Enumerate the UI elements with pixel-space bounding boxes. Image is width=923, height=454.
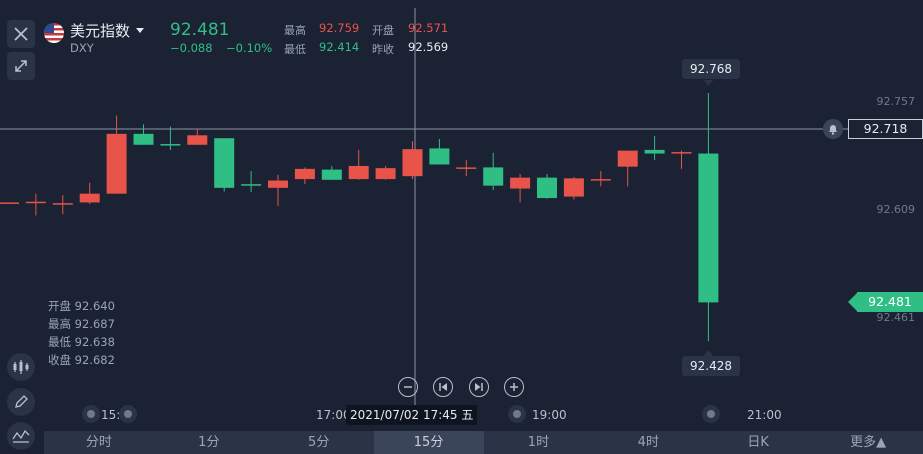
candle-body [321, 169, 342, 180]
ohlc-open: 开盘 92.640 [48, 299, 115, 313]
price-change: −0.088 [170, 41, 213, 55]
candle-body [456, 167, 477, 169]
symbol-title: 美元指数 [70, 22, 131, 40]
candle-body [563, 178, 584, 197]
session-marker-mid-left[interactable] [119, 405, 137, 423]
tab-5-minute[interactable]: 5分 [264, 431, 374, 454]
prev-close-value: 92.569 [408, 40, 449, 54]
candle-body [79, 193, 100, 203]
candle-body [671, 152, 692, 154]
low-label: 最低 [284, 43, 306, 56]
chart-style-button[interactable] [7, 422, 35, 450]
x-axis-label-2100: 21:00 [747, 408, 782, 422]
ohlc-close: 收盘 92.682 [48, 353, 115, 367]
low-value: 92.414 [319, 40, 360, 54]
candle-body [214, 138, 235, 188]
scroll-start-button[interactable] [433, 377, 453, 397]
candle-body [375, 168, 396, 180]
draw-button[interactable] [7, 388, 35, 416]
max-price-tag: 92.768 [682, 59, 740, 79]
candle-body [25, 201, 46, 204]
candle-body [294, 168, 315, 180]
open-value: 92.571 [408, 21, 449, 35]
high-value: 92.759 [319, 21, 360, 35]
price-alert-button[interactable] [823, 119, 843, 139]
minus-icon [404, 386, 412, 388]
candle-body [241, 184, 262, 186]
min-price-tag: 92.428 [682, 356, 740, 376]
tab-time-share[interactable]: 分时 [44, 431, 154, 454]
candle-body [160, 144, 181, 146]
ohlc-high: 最高 92.687 [48, 317, 115, 331]
candle-body [0, 202, 19, 204]
candle-body [187, 135, 208, 145]
candle-body [268, 180, 288, 188]
candle-body [429, 148, 450, 165]
candle-body [52, 203, 73, 205]
current-price-tag: 92.481 [857, 292, 923, 312]
candle-body [402, 149, 423, 177]
pencil-icon [15, 395, 28, 408]
caret-down-icon [136, 27, 145, 33]
session-marker-mid[interactable] [508, 405, 526, 423]
candle-body [133, 133, 154, 145]
close-icon [14, 27, 28, 41]
crosshair-time-label: 2021/07/02 17:45 五 [346, 405, 478, 425]
tab-1-minute[interactable]: 1分 [154, 431, 264, 454]
session-marker-right[interactable] [702, 405, 720, 423]
candlestick-chart[interactable] [0, 0, 923, 430]
ohlc-readout: 开盘 92.640 最高 92.687 最低 92.638 收盘 92.682 [48, 297, 115, 369]
expand-icon [15, 60, 27, 72]
x-axis-label-1900: 19:00 [532, 408, 567, 422]
candle-body [698, 153, 719, 303]
zoom-out-button[interactable] [398, 377, 418, 397]
candle-body [106, 133, 127, 194]
candle-body [644, 149, 665, 154]
skip-forward-icon [475, 383, 483, 391]
interval-tab-bar: 分时 1分 5分 15分 1时 4时 日K 更多▲ [44, 431, 923, 454]
current-price: 92.481 [170, 20, 230, 40]
candle-body [617, 150, 638, 167]
plus-icon [510, 383, 518, 391]
symbol-selector[interactable]: 美元指数 [70, 20, 145, 41]
ohlc-low: 最低 92.638 [48, 335, 115, 349]
candle-body [537, 177, 557, 199]
candle-body [348, 165, 369, 180]
price-change-percent: −0.10% [226, 41, 273, 55]
tab-15-minute[interactable]: 15分 [373, 431, 484, 454]
close-button[interactable] [7, 20, 35, 48]
candle-body [510, 177, 531, 189]
scroll-end-button[interactable] [469, 377, 489, 397]
tab-more[interactable]: 更多▲ [813, 431, 923, 454]
us-flag-icon [44, 23, 64, 43]
open-label: 开盘 [372, 24, 394, 37]
tab-4-hour[interactable]: 4时 [593, 431, 703, 454]
bell-icon [829, 125, 837, 135]
high-label: 最高 [284, 24, 306, 37]
y-axis-label-middle: 92.609 [876, 203, 916, 216]
candles-icon [13, 360, 29, 374]
session-marker-left[interactable] [82, 405, 100, 423]
expand-button[interactable] [7, 52, 35, 80]
tab-1-hour[interactable]: 1时 [484, 431, 594, 454]
candle-body [590, 179, 611, 181]
zoom-in-button[interactable] [504, 377, 524, 397]
prev-close-label: 昨收 [372, 43, 394, 56]
symbol-code: DXY [70, 41, 94, 55]
y-axis-label-top: 92.757 [876, 95, 916, 108]
y-axis-label-bottom: 92.461 [876, 311, 916, 324]
candle-body [483, 167, 504, 186]
line-chart-icon [12, 429, 30, 443]
max-tag-pointer [703, 80, 714, 86]
indicators-button[interactable] [7, 353, 35, 381]
tab-daily[interactable]: 日K [703, 431, 813, 454]
crosshair-price-tag: 92.718 [848, 119, 923, 139]
skip-back-icon [439, 383, 447, 391]
